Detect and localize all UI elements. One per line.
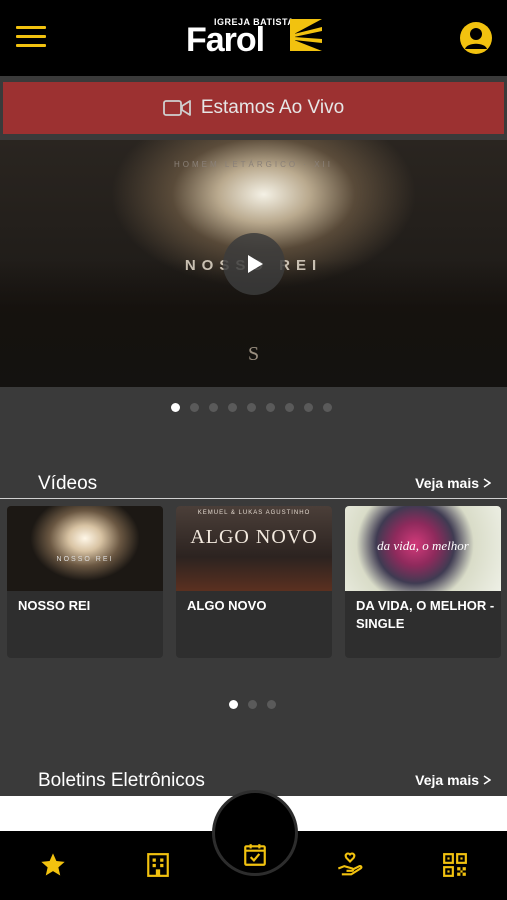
video-thumbnail: NOSSO REI	[7, 506, 163, 591]
videos-section-title: Vídeos	[38, 473, 98, 494]
video-card[interactable]: da vida, o melhor DA VIDA, O MELHOR - SI…	[345, 506, 501, 658]
carousel-dot[interactable]	[190, 403, 199, 412]
video-caption: DA VIDA, O MELHOR - SINGLE	[356, 598, 495, 631]
nav-church[interactable]	[143, 850, 173, 880]
hero-carousel-dots	[171, 403, 332, 412]
video-camera-icon	[162, 100, 191, 116]
star-icon	[41, 853, 65, 876]
play-icon	[248, 255, 263, 273]
thumbnail-title: da vida, o melhor	[377, 538, 469, 553]
play-button[interactable]	[223, 233, 285, 295]
hero-subtitle: HOMEM LETÁRGICO · XII	[173, 160, 333, 169]
chevron-right-icon	[483, 775, 491, 785]
nav-donate[interactable]	[335, 850, 365, 880]
carousel-dot[interactable]	[323, 403, 332, 412]
carousel-dot[interactable]	[171, 403, 180, 412]
videos-carousel-dots	[229, 700, 276, 709]
see-more-label: Veja mais	[415, 772, 479, 788]
video-caption: ALGO NOVO	[187, 598, 267, 613]
lighthouse-beam-icon	[290, 19, 322, 51]
hero-monogram: S	[247, 343, 260, 365]
carousel-dot[interactable]	[266, 403, 275, 412]
section-divider	[0, 498, 507, 499]
live-banner-label: Estamos Ao Vivo	[200, 97, 345, 118]
giving-hand-icon	[337, 852, 363, 876]
nav-favorites[interactable]	[38, 850, 68, 880]
chevron-right-icon	[483, 478, 491, 488]
carousel-dot[interactable]	[229, 700, 238, 709]
nav-qr[interactable]	[440, 850, 470, 880]
video-card[interactable]: KEMUEL & LUKAS AGUSTINHO ALGO NOVO ALGO …	[176, 506, 332, 658]
video-thumbnail: KEMUEL & LUKAS AGUSTINHO ALGO NOVO	[176, 506, 332, 591]
carousel-dot[interactable]	[285, 403, 294, 412]
live-banner[interactable]: Estamos Ao Vivo	[3, 82, 504, 134]
bulletins-section-title: Boletins Eletrônicos	[38, 770, 205, 791]
user-icon	[465, 28, 487, 49]
logo: IGREJA BATISTA Farol	[186, 14, 326, 58]
carousel-dot[interactable]	[304, 403, 313, 412]
carousel-dot[interactable]	[248, 700, 257, 709]
carousel-dot[interactable]	[267, 700, 276, 709]
carousel-dot[interactable]	[247, 403, 256, 412]
video-card[interactable]: NOSSO REI NOSSO REI	[7, 506, 163, 658]
nav-agenda[interactable]	[240, 840, 270, 870]
profile-button[interactable]	[460, 22, 492, 54]
top-bar: IGREJA BATISTA Farol	[0, 0, 507, 76]
videos-see-more-link[interactable]: Veja mais	[415, 475, 491, 491]
thumbnail-subtitle: KEMUEL & LUKAS AGUSTINHO	[197, 510, 311, 516]
carousel-dot[interactable]	[228, 403, 237, 412]
thumbnail-title: NOSSO REI	[56, 556, 114, 563]
carousel-dot[interactable]	[209, 403, 218, 412]
thumbnail-title: ALGO NOVO	[190, 526, 318, 548]
see-more-label: Veja mais	[415, 475, 479, 491]
menu-icon[interactable]	[16, 26, 46, 50]
bulletins-see-more-link[interactable]: Veja mais	[415, 772, 491, 788]
logo-title: Farol	[186, 21, 265, 59]
building-icon	[147, 853, 169, 877]
qr-code-icon	[443, 853, 467, 877]
video-thumbnail: da vida, o melhor	[345, 506, 501, 591]
video-caption: NOSSO REI	[18, 598, 91, 613]
calendar-check-icon	[244, 844, 266, 866]
